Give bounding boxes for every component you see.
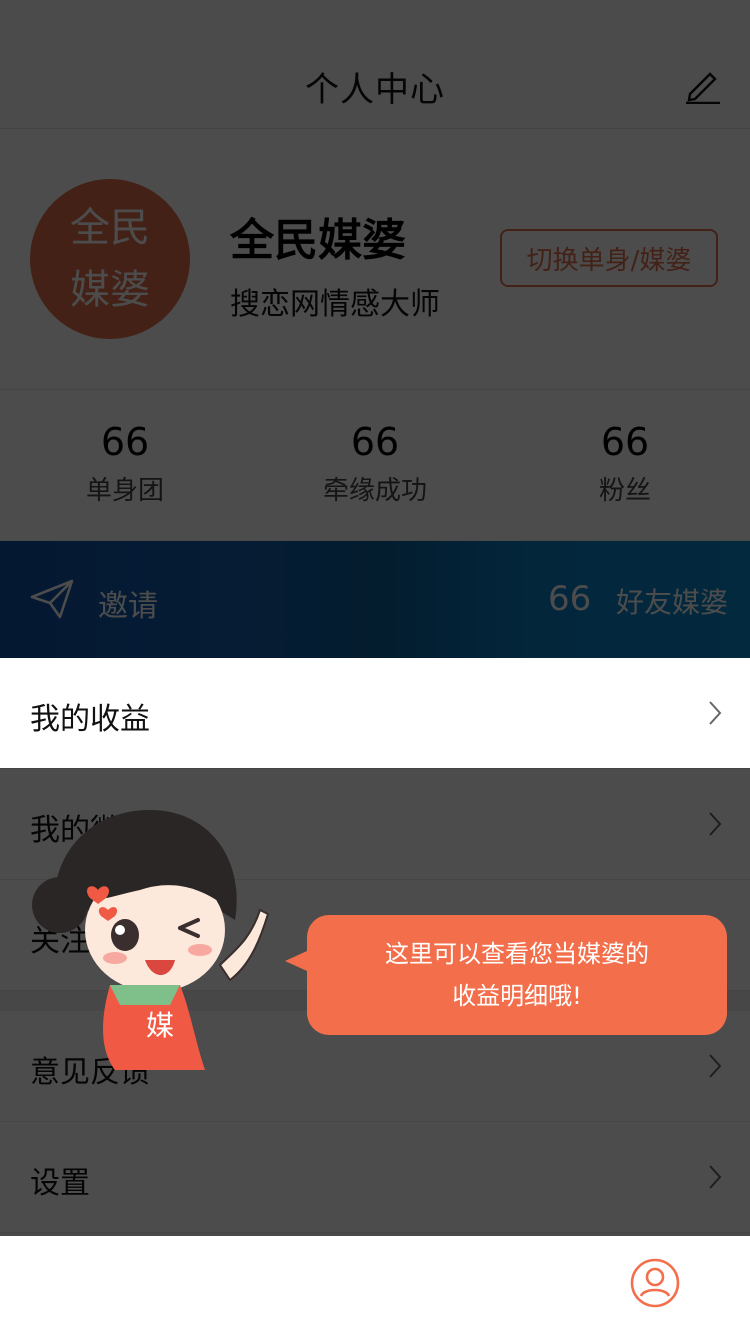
- stat-number: 66: [100, 420, 150, 464]
- avatar-text-line1: 全民: [70, 205, 150, 251]
- guide-text-line2: 收益明细哦!: [452, 982, 582, 1010]
- user-profile-icon[interactable]: [630, 1258, 680, 1308]
- invite-banner[interactable]: 邀请 66 好友媒婆: [0, 541, 750, 658]
- stat-label: 单身团: [85, 476, 164, 506]
- profile-name: 全民媒婆: [230, 215, 406, 266]
- chevron-right-icon: [709, 812, 722, 836]
- stat-matches[interactable]: 66 牵缘成功: [250, 390, 500, 540]
- highlighted-earnings-row[interactable]: 我的收益: [0, 658, 750, 768]
- chevron-right-icon: [709, 1054, 722, 1078]
- guide-tooltip-bubble[interactable]: 这里可以查看您当媒婆的 收益明细哦!: [285, 915, 727, 1035]
- switch-role-button[interactable]: 切换单身/媒婆: [500, 229, 718, 287]
- paper-plane-icon: [30, 579, 74, 619]
- stat-singles[interactable]: 66 单身团: [0, 390, 250, 540]
- personal-center-page: 个人中心 全民 媒婆 全民媒婆 搜恋网情感大师 切换单身/媒婆 66 单身团 6…: [0, 0, 750, 1335]
- matchmaker-mascot-illustration: 媒: [32, 810, 270, 1070]
- profile-subtitle: 搜恋网情感大师: [230, 287, 440, 322]
- stats-row: 66 单身团 66 牵缘成功 66 粉丝: [0, 390, 750, 540]
- stat-label: 牵缘成功: [322, 476, 427, 506]
- chevron-right-icon: [709, 1165, 722, 1189]
- avatar[interactable]: 全民 媒婆: [30, 179, 190, 339]
- friend-count: 66: [548, 579, 592, 619]
- menu-item-label: 设置: [30, 1166, 90, 1201]
- stat-number: 66: [350, 420, 400, 464]
- tab-bar-visible: [0, 1236, 750, 1334]
- guide-text-line1: 这里可以查看您当媒婆的: [385, 940, 649, 968]
- stat-label: 粉丝: [598, 476, 651, 506]
- stat-number: 66: [600, 420, 650, 464]
- friend-matchmaker-label: 好友媒婆: [616, 586, 729, 619]
- mascot-badge-text: 媒: [146, 1009, 174, 1042]
- page-title: 个人中心: [305, 70, 445, 110]
- invite-label: 邀请: [98, 589, 158, 624]
- profile-card: 全民 媒婆 全民媒婆 搜恋网情感大师 切换单身/媒婆: [0, 129, 750, 390]
- avatar-text-line2: 媒婆: [70, 267, 150, 313]
- edit-icon[interactable]: [684, 66, 722, 104]
- menu-item-label: 我的收益: [30, 702, 150, 737]
- header: 个人中心: [0, 0, 750, 129]
- chevron-right-icon: [709, 701, 722, 725]
- menu-item-settings[interactable]: 设置: [0, 1122, 750, 1233]
- stat-fans[interactable]: 66 粉丝: [500, 390, 750, 540]
